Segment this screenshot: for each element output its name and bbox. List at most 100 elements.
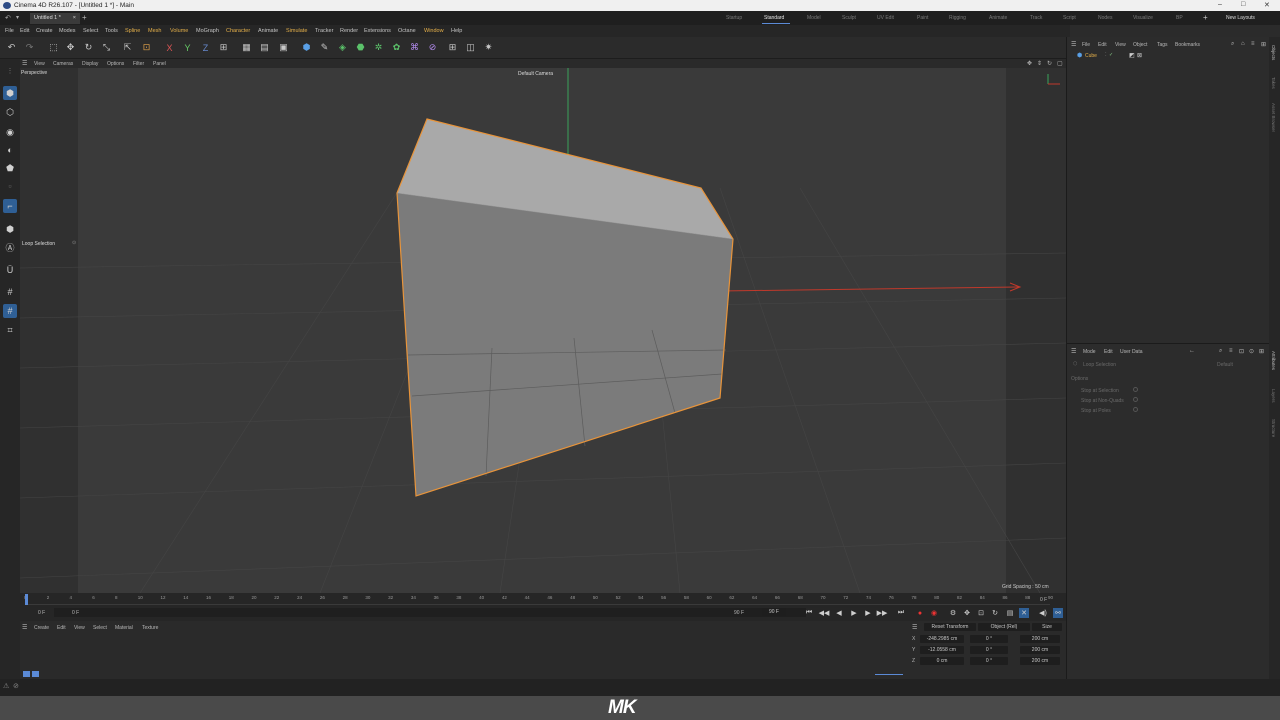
record-button[interactable]: ●: [915, 608, 925, 618]
om-menu-view[interactable]: View: [1115, 42, 1126, 48]
coordinate-menu-icon[interactable]: ☰: [912, 624, 917, 631]
deformer-icon[interactable]: ⌘: [408, 41, 421, 54]
cloner-icon[interactable]: ✲: [372, 41, 385, 54]
attr-lock-icon[interactable]: ⊡: [1239, 348, 1244, 355]
menu-octane[interactable]: Octane: [398, 28, 416, 34]
attr-new-panel-icon[interactable]: ⊞: [1259, 348, 1264, 355]
position-x-field[interactable]: -248.2985 cm: [920, 635, 964, 643]
rotate-icon[interactable]: ↻: [82, 41, 95, 54]
uv-mode-icon[interactable]: ◐: [3, 143, 17, 157]
layout-tab-sculpt[interactable]: Sculpt: [842, 15, 856, 21]
stop-at-selection-checkbox[interactable]: [1133, 387, 1138, 392]
viewport-scene[interactable]: [20, 68, 1066, 593]
menu-render[interactable]: Render: [340, 28, 358, 34]
render-picture-viewer-icon[interactable]: ▤: [258, 41, 271, 54]
viewport-menu-view[interactable]: View: [34, 61, 45, 67]
size-y-field[interactable]: 200 cm: [1020, 646, 1060, 654]
layout-tab-script[interactable]: Script: [1063, 15, 1076, 21]
menu-select[interactable]: Select: [83, 28, 98, 34]
maximize-button[interactable]: □: [1241, 1, 1245, 8]
menu-simulate[interactable]: Simulate: [286, 28, 307, 34]
viewport-zoom-icon[interactable]: ⇕: [1037, 60, 1042, 67]
rotation-p-field[interactable]: 0 °: [970, 646, 1008, 654]
menu-edit[interactable]: Edit: [20, 28, 29, 34]
menu-spline[interactable]: Spline: [125, 28, 140, 34]
key-parameter-icon[interactable]: ▤: [1005, 608, 1015, 618]
om-menu-object[interactable]: Object: [1133, 42, 1147, 48]
stop-at-poles-checkbox[interactable]: [1133, 407, 1138, 412]
z-axis-lock-icon[interactable]: Z: [199, 41, 212, 54]
cube-object-icon[interactable]: ⬢: [300, 41, 313, 54]
undo-icon[interactable]: ↶: [5, 41, 18, 54]
light-icon[interactable]: ✷: [482, 41, 495, 54]
spline-pen-icon[interactable]: ✎: [318, 41, 331, 54]
size-z-field[interactable]: 200 cm: [1020, 657, 1060, 665]
menu-file[interactable]: File: [5, 28, 14, 34]
position-z-field[interactable]: 0 cm: [920, 657, 964, 665]
key-rotation-icon[interactable]: ↻: [990, 608, 1000, 618]
attr-preset[interactable]: Default: [1217, 362, 1233, 368]
chevron-down-icon[interactable]: ▾: [16, 14, 19, 21]
object-manager-menu-icon[interactable]: ☰: [1071, 41, 1076, 48]
rotation-h-field[interactable]: 0 °: [970, 635, 1008, 643]
new-tab-button[interactable]: +: [82, 13, 87, 22]
layout-tab-bp[interactable]: BP: [1176, 15, 1183, 21]
timeline[interactable]: 0246810121416182022242628303234363840424…: [20, 593, 1066, 621]
layout-tab-nodes[interactable]: Nodes: [1098, 15, 1112, 21]
timeline-ruler[interactable]: 0246810121416182022242628303234363840424…: [24, 593, 1053, 605]
transform-icon[interactable]: ⇱: [121, 41, 134, 54]
render-settings-icon[interactable]: ▣: [277, 41, 290, 54]
y-axis-lock-icon[interactable]: Y: [181, 41, 194, 54]
close-tab-icon[interactable]: ×: [73, 15, 76, 21]
side-tab-objects[interactable]: Objects: [1271, 45, 1276, 60]
scale-icon[interactable]: ⤡: [100, 41, 113, 54]
key-scale-icon[interactable]: ⊡: [976, 608, 986, 618]
new-layouts-button[interactable]: New Layouts: [1226, 15, 1255, 21]
locked-workplane-icon[interactable]: #: [3, 304, 17, 318]
timeline-playhead[interactable]: [25, 594, 28, 605]
subdivision-icon[interactable]: ◈: [336, 41, 349, 54]
rotation-b-field[interactable]: 0 °: [970, 657, 1008, 665]
om-search-icon[interactable]: ⌕: [1231, 41, 1234, 48]
menu-tools[interactable]: Tools: [105, 28, 118, 34]
minimize-button[interactable]: –: [1218, 1, 1222, 8]
attr-menu-user-data[interactable]: User Data: [1120, 349, 1143, 355]
attr-search-icon[interactable]: ⌕: [1219, 348, 1222, 355]
material-menu-select[interactable]: Select: [93, 625, 107, 631]
layout-tab-animate[interactable]: Animate: [989, 15, 1007, 21]
model-mode-icon[interactable]: ⊡: [140, 41, 153, 54]
status-warning-icon[interactable]: ⚠: [3, 682, 9, 690]
edges-mode-icon[interactable]: ⬡: [3, 105, 17, 119]
keyframe-selection-icon[interactable]: ⚙: [948, 608, 958, 618]
material-menu-create[interactable]: Create: [34, 625, 49, 631]
next-key-button[interactable]: ▶▶: [877, 608, 888, 618]
om-menu-bookmarks[interactable]: Bookmarks: [1175, 42, 1200, 48]
viewport-menu-cameras[interactable]: Cameras: [53, 61, 73, 67]
visibility-dots-icon[interactable]: ⁚: [1105, 52, 1107, 58]
layout-tab-paint[interactable]: Paint: [917, 15, 928, 21]
om-menu-tags[interactable]: Tags: [1157, 42, 1168, 48]
viewport-3d[interactable]: Perspective Default Camera Loop Selectio…: [20, 68, 1066, 593]
tool-info-icon[interactable]: ⊙: [72, 240, 76, 246]
attr-back-icon[interactable]: ←: [1189, 348, 1195, 354]
menu-window[interactable]: Window: [424, 28, 444, 34]
menu-mograph[interactable]: MoGraph: [196, 28, 219, 34]
side-tab-structure[interactable]: Structure: [1271, 419, 1276, 437]
menu-character[interactable]: Character: [226, 28, 250, 34]
camera-icon[interactable]: ◫: [464, 41, 477, 54]
material-menu-edit[interactable]: Edit: [57, 625, 66, 631]
end-frame-field[interactable]: 90 F: [762, 608, 786, 616]
list-view-icon[interactable]: [23, 671, 30, 677]
palette-grip-icon[interactable]: ⋮: [3, 64, 17, 78]
prev-key-button[interactable]: ◀◀: [819, 608, 830, 618]
key-pla-icon[interactable]: ✕: [1019, 608, 1029, 618]
attributes-menu-icon[interactable]: ☰: [1071, 348, 1076, 355]
prev-frame-button[interactable]: ◀: [834, 608, 844, 618]
layout-tab-track[interactable]: Track: [1030, 15, 1042, 21]
viewport-pan-icon[interactable]: ✥: [1027, 60, 1032, 67]
viewport-camera-label[interactable]: Default Camera: [518, 71, 553, 77]
magnet-icon[interactable]: Ü: [3, 263, 17, 277]
workplane-icon[interactable]: #: [3, 285, 17, 299]
coordinate-system-icon[interactable]: ⊞: [217, 41, 230, 54]
viewport-maximize-icon[interactable]: ▢: [1057, 60, 1063, 67]
